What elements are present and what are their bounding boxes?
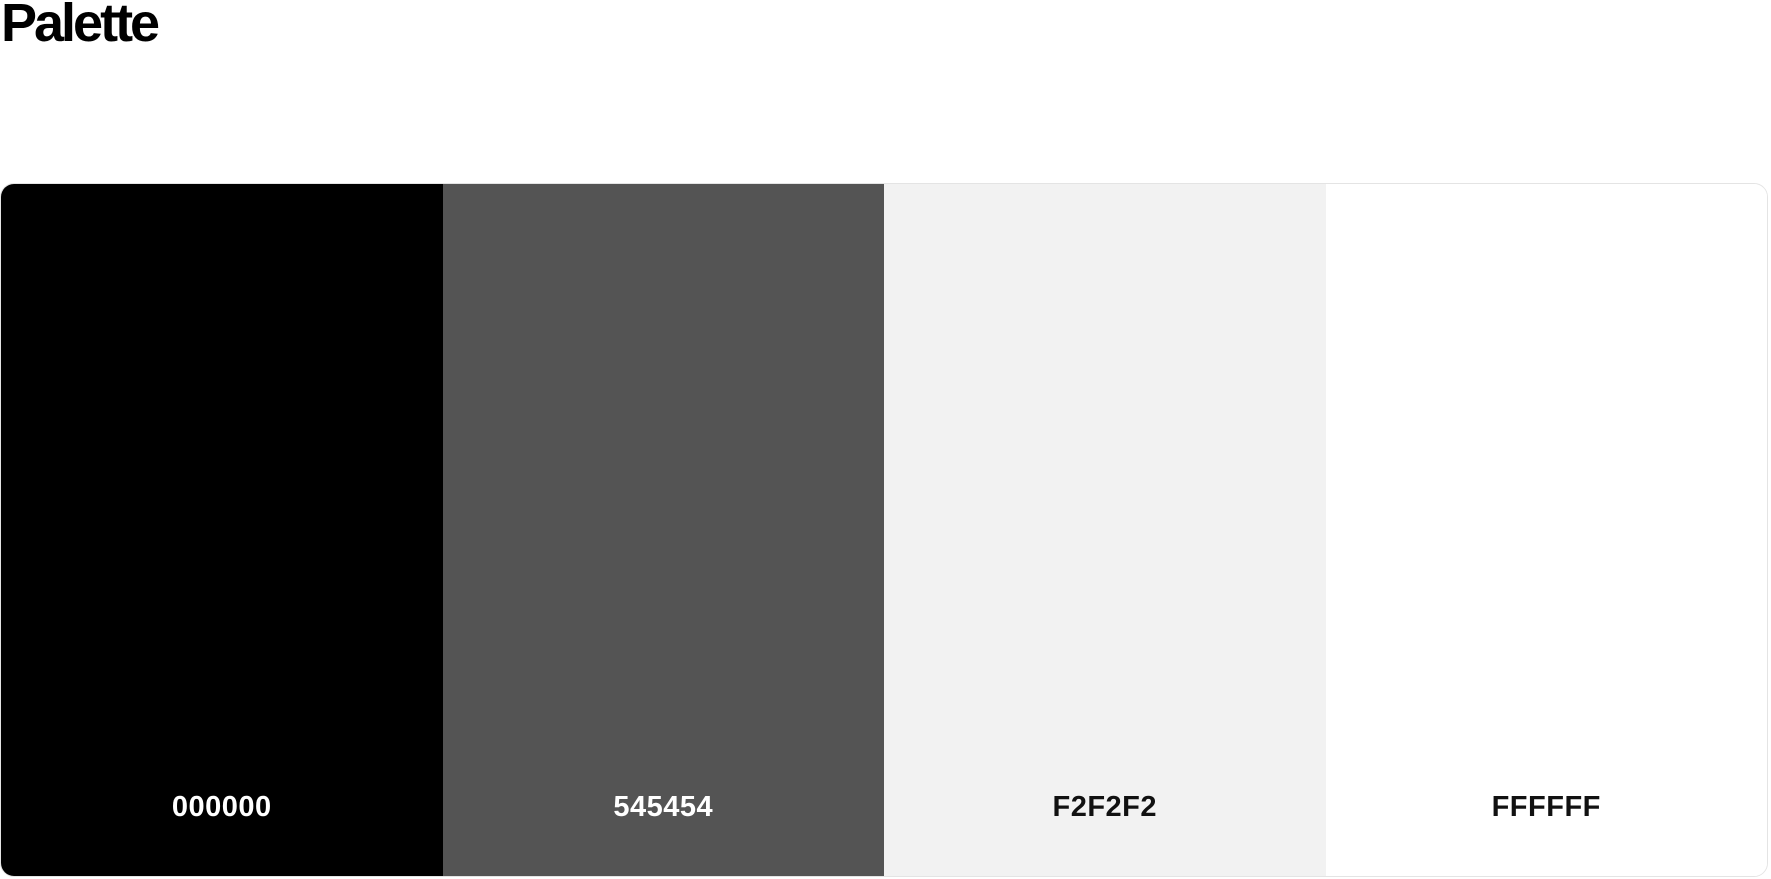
swatch-hex-label: FFFFFF <box>1491 791 1601 823</box>
page-title: Palette <box>1 0 160 53</box>
swatch-hex-label: 000000 <box>171 791 272 823</box>
color-swatch-3[interactable]: FFFFFF <box>1325 184 1767 876</box>
color-swatch-1[interactable]: 545454 <box>442 184 884 876</box>
color-swatch-2[interactable]: F2F2F2 <box>884 184 1326 876</box>
color-swatch-0[interactable]: 000000 <box>1 184 443 876</box>
swatch-hex-label: 545454 <box>613 791 714 823</box>
palette-strip: 000000 545454 F2F2F2 FFFFFF <box>0 183 1768 877</box>
swatch-hex-label: F2F2F2 <box>1052 791 1158 823</box>
